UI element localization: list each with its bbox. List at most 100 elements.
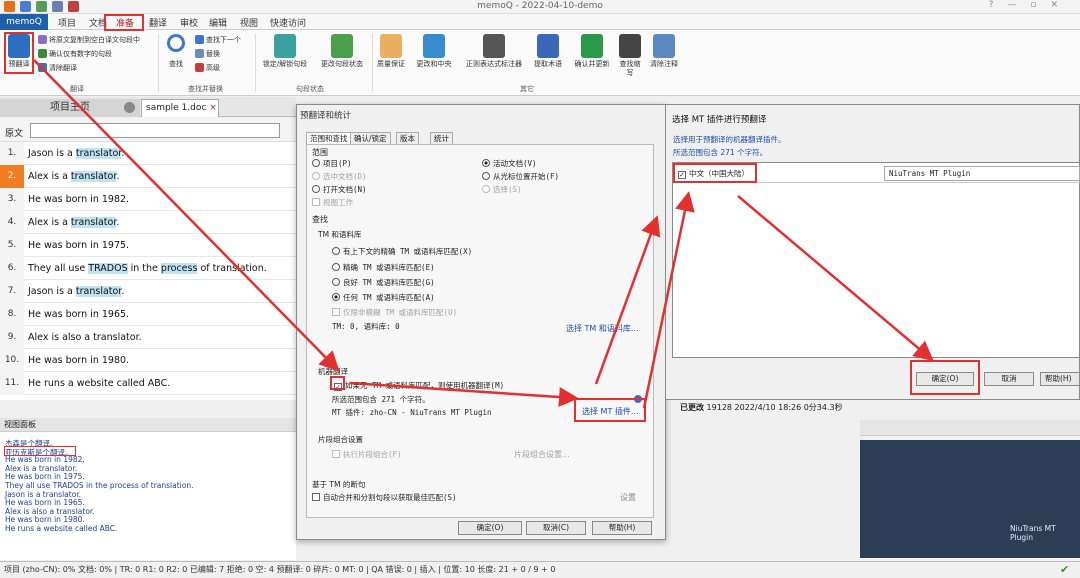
- segment-text: Jason is a: [28, 286, 76, 297]
- table-row[interactable]: 1. Jason is a translator.: [0, 142, 296, 165]
- segment-source[interactable]: He runs a website called ABC.: [28, 378, 170, 389]
- table-row[interactable]: 4. Alex is a translator.: [0, 211, 296, 234]
- tab-project-home[interactable]: 项目主页: [0, 99, 140, 117]
- clear-notes-button[interactable]: 清除注释: [644, 34, 684, 69]
- tm-heading: TM 和语料库: [318, 230, 362, 239]
- scope-heading: 范围: [312, 148, 328, 157]
- highlight-box: [4, 32, 34, 74]
- view-work-checkbox: 视图工作: [312, 197, 353, 208]
- tab-version[interactable]: 版本: [396, 132, 419, 144]
- auto-merge-checkbox[interactable]: 自动合并和分割句段以获取最佳匹配(S): [312, 492, 457, 503]
- scope-project-radio[interactable]: 项目(P): [312, 158, 352, 169]
- cancel-button[interactable]: 取消(C): [526, 521, 586, 535]
- view-panel-title: 视图面板: [0, 418, 296, 432]
- scope-active-radio[interactable]: 活动文档(V): [482, 158, 537, 169]
- table-row[interactable]: 10. He was born in 1980.: [0, 349, 296, 372]
- tab-confirm-lock[interactable]: 确认/锁定: [350, 132, 391, 144]
- mt-help-button[interactable]: 帮助(H): [1040, 372, 1080, 386]
- source-filter-input[interactable]: [30, 123, 280, 138]
- confirm-numbers-button[interactable]: 确认仅有数字的句段: [38, 49, 112, 59]
- advanced-button[interactable]: 高级: [195, 63, 220, 73]
- check-icon: [38, 49, 47, 58]
- replace-button[interactable]: 替换: [195, 49, 220, 59]
- ok-button[interactable]: 确定(O): [458, 521, 522, 535]
- segment-source[interactable]: Alex is also a translator.: [28, 332, 142, 343]
- plugin-select[interactable]: NiuTrans MT Plugin: [884, 166, 1080, 181]
- group-label-other: 其它: [520, 85, 534, 93]
- tab-statistics[interactable]: 统计: [430, 132, 453, 144]
- table-row[interactable]: 2. Alex is a translator.: [0, 165, 296, 188]
- segment-source[interactable]: They all use TRADOS in the process of tr…: [28, 263, 267, 274]
- extract-terms-button[interactable]: 提取术语: [530, 34, 566, 69]
- highlight-box: [910, 360, 980, 395]
- source-label: 原文: [5, 129, 24, 139]
- segment-number: 3.: [0, 188, 24, 211]
- terms-list-icon: [537, 34, 559, 58]
- memoq-app-tab[interactable]: memoQ: [0, 14, 48, 30]
- regex-tagger-button[interactable]: 正则表达式标注器: [460, 34, 528, 69]
- menu-project[interactable]: 项目: [58, 16, 76, 29]
- group-label-translate: 翻译: [70, 85, 84, 93]
- segmentation-settings-link[interactable]: 设置: [620, 492, 636, 503]
- segment-source[interactable]: Jason is a translator.: [28, 148, 124, 159]
- help-button[interactable]: 帮助(H): [592, 521, 652, 535]
- close-icon[interactable]: ×: [209, 103, 217, 113]
- match-exact-radio[interactable]: 精确 TM 或语料库匹配(E): [332, 262, 435, 273]
- menu-edit[interactable]: 编辑: [209, 16, 227, 29]
- term-highlight: process: [160, 263, 198, 274]
- segment-source[interactable]: Alex is a translator.: [28, 171, 119, 182]
- change-status-button[interactable]: 更改句段状态: [314, 34, 370, 69]
- find-button[interactable]: 查找: [163, 34, 189, 69]
- segment-source[interactable]: Jason is a translator.: [28, 286, 124, 297]
- select-tm-link[interactable]: 选择 TM 和语料库...: [566, 323, 639, 334]
- menu-view[interactable]: 视图: [240, 16, 258, 29]
- dialog-title: 预翻译和统计: [300, 111, 352, 121]
- segment-source[interactable]: He was born in 1980.: [28, 355, 129, 366]
- menu-translate[interactable]: 翻译: [149, 16, 167, 29]
- segment-source[interactable]: He was born in 1975.: [28, 240, 129, 251]
- tab-scope-lookup[interactable]: 范围和查找: [306, 132, 352, 144]
- mt-plugin-text: MT 插件: zho-CN - NiuTrans MT Plugin: [332, 408, 492, 417]
- match-any-radio[interactable]: 任何 TM 或语料库匹配(A): [332, 292, 435, 303]
- plugin-list: [672, 162, 1080, 358]
- segment-text: in the: [127, 263, 161, 274]
- find-abbreviations-button[interactable]: 查找缩写: [618, 34, 642, 78]
- match-context-radio[interactable]: 有上下文的精确 TM 或语料库匹配(X): [332, 246, 472, 257]
- table-row[interactable]: 9. Alex is also a translator.: [0, 326, 296, 349]
- table-row[interactable]: 5. He was born in 1975.: [0, 234, 296, 257]
- find-next-button[interactable]: 查找下一个: [195, 35, 241, 45]
- qa-button[interactable]: 质量保证: [374, 34, 408, 69]
- use-mt-checkbox[interactable]: ✓ 如果无 TM 或语料库匹配，则使用机器翻译(M): [334, 380, 504, 391]
- replace-icon: [195, 49, 204, 58]
- scope-open-radio[interactable]: 打开文档(N): [312, 184, 367, 195]
- mt-cancel-button[interactable]: 取消: [984, 372, 1034, 386]
- notes-icon: [653, 34, 675, 58]
- term-highlight: translator: [75, 148, 122, 159]
- table-row[interactable]: 8. He was born in 1965.: [0, 303, 296, 326]
- group-label-find-replace: 查找并替换: [188, 85, 223, 93]
- table-row[interactable]: 6. They all use TRADOS in the process of …: [0, 257, 296, 280]
- copy-source-button[interactable]: 将原文复制到空白译文句段中: [38, 35, 140, 45]
- tab-close-icon[interactable]: [124, 102, 135, 113]
- tab-document[interactable]: sample 1.doc ×: [141, 99, 219, 117]
- menu-quick-access[interactable]: 快速访问: [270, 16, 306, 29]
- table-row[interactable]: 11. He runs a website called ABC.: [0, 372, 296, 395]
- lock-segments-button[interactable]: 锁定/解锁句段: [258, 34, 312, 69]
- segment-source[interactable]: He was born in 1982.: [28, 194, 129, 205]
- clear-translation-button[interactable]: 清除翻译: [38, 63, 77, 73]
- scope-cursor-radio[interactable]: 从光标位置开始(F): [482, 171, 559, 182]
- table-row[interactable]: 3. He was born in 1982.: [0, 188, 296, 211]
- exec-fragment-checkbox: 执行片段组合(F): [332, 449, 402, 460]
- match-good-radio[interactable]: 良好 TM 或语料库匹配(G): [332, 277, 435, 288]
- table-row[interactable]: 7. Jason is a translator.: [0, 280, 296, 303]
- confirm-update-button[interactable]: 确认并更新: [568, 34, 616, 69]
- segment-number: 8.: [0, 303, 24, 326]
- change-sync-button[interactable]: 更改和中央: [412, 34, 456, 69]
- sync-arrows-icon: [423, 34, 445, 58]
- segment-number: 6.: [0, 257, 24, 280]
- menu-review[interactable]: 审校: [180, 16, 198, 29]
- term-highlight: translator: [70, 171, 117, 182]
- segment-source[interactable]: Alex is a translator.: [28, 217, 119, 228]
- segment-source[interactable]: He was born in 1965.: [28, 309, 129, 320]
- window-controls[interactable]: ?—▫✕: [989, 0, 1072, 10]
